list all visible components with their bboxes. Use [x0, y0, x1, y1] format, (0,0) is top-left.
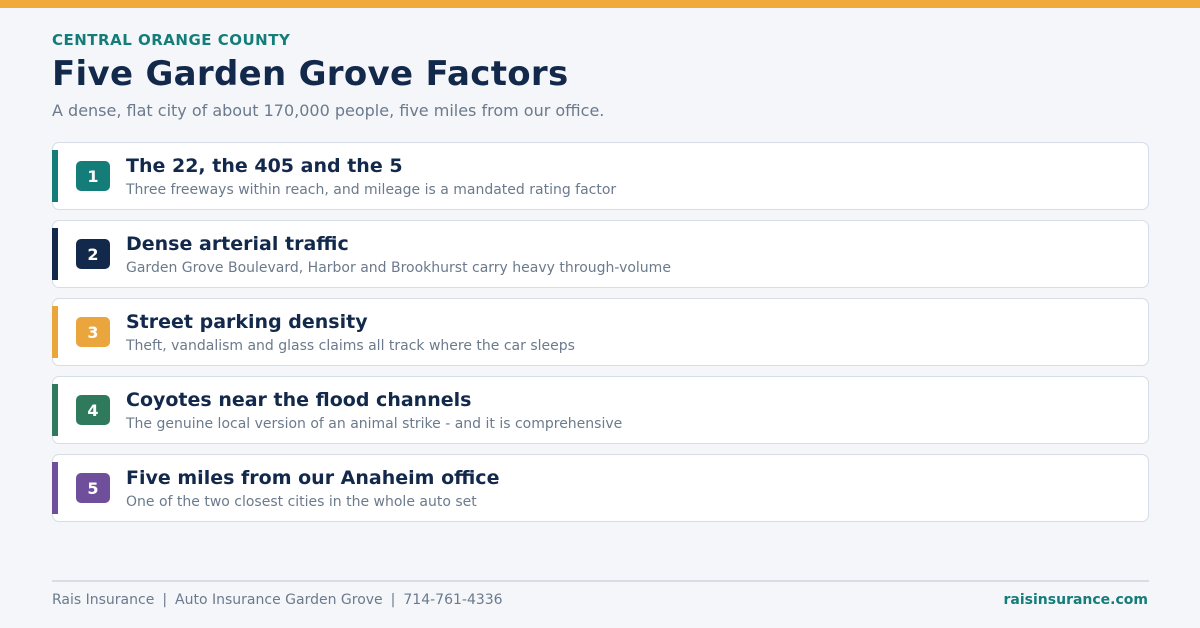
footer-divider [52, 580, 1149, 582]
eyebrow-label: CENTRAL ORANGE COUNTY [52, 31, 291, 49]
factor-accent-bar [51, 150, 58, 202]
factor-title: Street parking density [126, 311, 368, 333]
factor-card-3: 3 Street parking density Theft, vandalis… [51, 298, 1149, 366]
footer-separator: | [162, 592, 168, 608]
factor-description: Three freeways within reach, and mileage… [126, 182, 617, 198]
factor-accent-bar [51, 228, 58, 280]
factor-number-badge: 4 [76, 395, 110, 425]
factor-card-5: 5 Five miles from our Anaheim office One… [51, 454, 1149, 522]
factor-description: One of the two closest cities in the who… [126, 494, 477, 510]
factor-number-badge: 2 [76, 239, 110, 269]
footer-company: Rais Insurance [52, 592, 155, 608]
factor-title: Dense arterial traffic [126, 233, 349, 255]
factor-description: Theft, vandalism and glass claims all tr… [126, 338, 575, 354]
factor-description: The genuine local version of an animal s… [126, 416, 623, 432]
page-subtitle: A dense, flat city of about 170,000 peop… [52, 101, 605, 120]
factor-accent-bar [51, 384, 58, 436]
footer-page-name: Auto Insurance Garden Grove [175, 592, 383, 608]
footer-info: Rais Insurance | Auto Insurance Garden Gro… [52, 592, 503, 608]
factor-card-1: 1 The 22, the 405 and the 5 Three freewa… [51, 142, 1149, 210]
factor-card-2: 2 Dense arterial traffic Garden Grove Bo… [51, 220, 1149, 288]
factor-title: The 22, the 405 and the 5 [126, 155, 403, 177]
factor-list: 1 The 22, the 405 and the 5 Three freewa… [51, 142, 1149, 532]
factor-card-4: 4 Coyotes near the flood channels The ge… [51, 376, 1149, 444]
footer-website-link[interactable]: raisinsurance.com [1004, 592, 1148, 608]
footer-phone[interactable]: 714-761-4336 [403, 592, 502, 608]
factor-number-badge: 1 [76, 161, 110, 191]
factor-accent-bar [51, 462, 58, 514]
factor-number-badge: 5 [76, 473, 110, 503]
page-title: Five Garden Grove Factors [52, 54, 569, 94]
factor-number-badge: 3 [76, 317, 110, 347]
factor-description: Garden Grove Boulevard, Harbor and Brook… [126, 260, 671, 276]
factor-title: Five miles from our Anaheim office [126, 467, 500, 489]
factor-title: Coyotes near the flood channels [126, 389, 472, 411]
top-accent-bar [0, 0, 1200, 8]
footer-separator: | [390, 592, 396, 608]
factor-accent-bar [51, 306, 58, 358]
